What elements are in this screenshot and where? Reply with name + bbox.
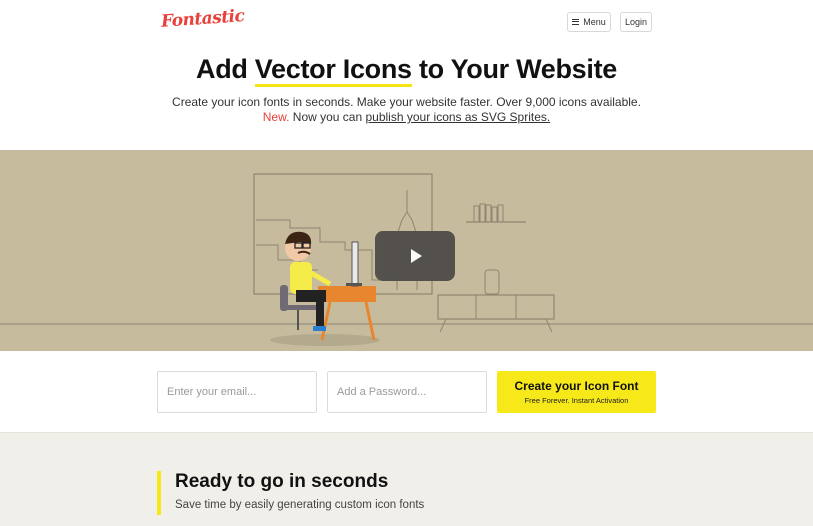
desk-leg <box>364 301 376 341</box>
book <box>479 203 486 223</box>
hamburger-icon <box>572 19 580 25</box>
announcement-text: Now you can <box>289 110 366 124</box>
feature-section: Ready to go in seconds Save time by easi… <box>0 432 813 526</box>
desk-shadow <box>270 334 380 346</box>
monitor-stand <box>346 283 362 286</box>
login-button[interactable]: Login <box>620 12 652 32</box>
monitor <box>351 241 359 287</box>
person-hair <box>285 231 312 244</box>
page-headline: Add Vector Icons to Your Website <box>0 54 813 87</box>
sprites-announcement: New. Now you can publish your icons as S… <box>0 110 813 124</box>
logo[interactable]: Fontastic <box>160 6 245 32</box>
headline-post: to Your Website <box>411 54 617 84</box>
menu-button[interactable]: Menu <box>567 12 611 32</box>
person-shin <box>316 300 324 328</box>
top-bar: Fontastic Menu Login <box>0 0 813 44</box>
cta-title: Create your Icon Font <box>514 379 639 393</box>
book <box>485 204 492 223</box>
desk-top <box>318 286 376 302</box>
play-video-button[interactable] <box>375 231 455 281</box>
feature-subtitle: Save time by easily generating custom ic… <box>175 499 425 511</box>
email-input[interactable] <box>157 371 317 413</box>
person-shoe <box>313 326 326 331</box>
accent-bar <box>157 471 161 515</box>
subheadline: Create your icon fonts in seconds. Make … <box>172 95 641 109</box>
sideboard-leg <box>439 318 447 333</box>
signup-form: Create your Icon Font Free Forever. Inst… <box>0 351 813 432</box>
headline-pre: Add <box>196 54 255 84</box>
svg-sprites-link[interactable]: publish your icons as SVG Sprites. <box>365 110 550 124</box>
person-shirt <box>290 262 312 294</box>
book <box>491 206 498 223</box>
headline-highlight: Vector Icons <box>254 54 412 87</box>
password-input[interactable] <box>327 371 487 413</box>
new-label: New. <box>262 110 290 124</box>
create-icon-font-button[interactable]: Create your Icon Font Free Forever. Inst… <box>497 371 656 413</box>
chair-seat <box>282 305 316 310</box>
sideboard <box>437 294 555 320</box>
cta-subtitle: Free Forever. Instant Activation <box>524 396 629 405</box>
hero-video[interactable] <box>0 150 813 351</box>
feature-title: Ready to go in seconds <box>175 471 389 492</box>
menu-label: Menu <box>583 17 606 27</box>
sideboard-leg <box>545 318 553 333</box>
vase <box>484 269 500 295</box>
book <box>473 205 480 223</box>
play-icon <box>411 249 422 263</box>
book <box>497 204 504 223</box>
